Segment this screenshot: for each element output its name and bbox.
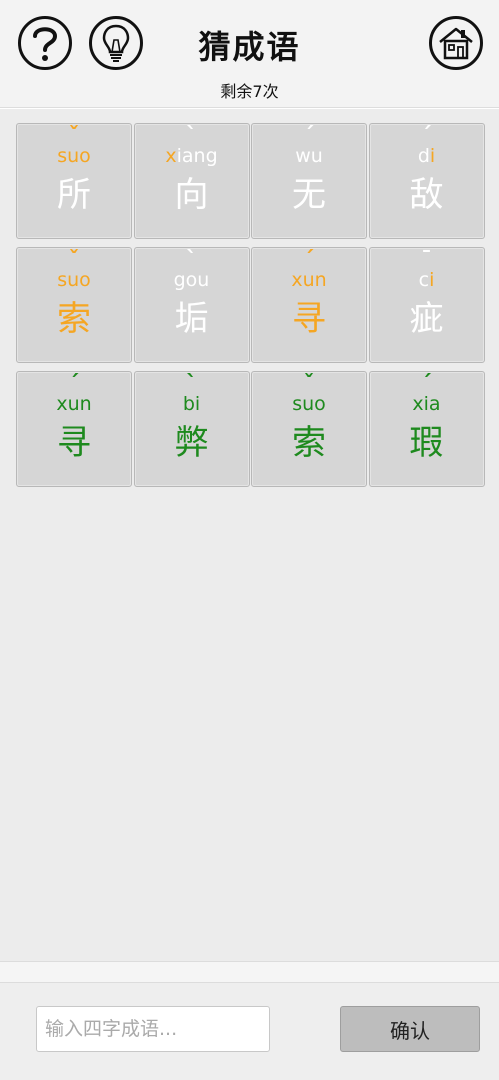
hanzi-character: 索 <box>292 423 326 463</box>
character-tile[interactable]: ˇ suo 索 <box>16 247 132 363</box>
pinyin-label: gou <box>173 269 210 291</box>
character-tile[interactable]: ˊ xun 寻 <box>251 247 367 363</box>
pinyin-label: suo <box>57 145 91 167</box>
pinyin-label: suo <box>57 269 91 291</box>
pinyin-label: suo <box>292 393 326 415</box>
hanzi-character: 所 <box>57 175 91 215</box>
character-tile[interactable]: ˉ ci 疵 <box>368 247 485 363</box>
hanzi-character: 索 <box>57 299 91 339</box>
character-tile[interactable]: ˋ gou 垢 <box>133 247 250 363</box>
guess-grid: ˇ suo 所 ˋ xiang 向 ˊ wu 无 ˊ di 敌 ˇ suo 索 ˋ gou 垢 ˊ xun 寻 ˉ ci 疵 ˊ… <box>16 123 485 487</box>
hanzi-character: 瑕 <box>409 423 444 463</box>
hanzi-character: 无 <box>292 175 326 215</box>
character-tile[interactable]: ˊ xun 寻 <box>16 371 132 487</box>
pinyin-label: xun <box>56 393 92 415</box>
home-icon <box>439 27 473 60</box>
character-tile[interactable]: ˇ suo 所 <box>16 123 132 239</box>
header-bar: 猜成语 剩余7次 <box>0 0 499 108</box>
hanzi-character: 垢 <box>174 299 209 339</box>
hanzi-character: 向 <box>174 175 209 215</box>
pinyin-label: xun <box>291 269 327 291</box>
home-button[interactable] <box>429 16 483 70</box>
page-title: 猜成语 <box>198 28 301 66</box>
pinyin-label: xia <box>412 393 441 415</box>
input-bar: 确认 <box>0 983 499 1080</box>
remaining-attempts: 剩余7次 <box>220 82 279 101</box>
pinyin-label: bi <box>182 393 201 415</box>
hanzi-character: 寻 <box>292 299 326 339</box>
pinyin-label: di <box>417 145 436 167</box>
idiom-input[interactable] <box>36 1006 270 1052</box>
confirm-button[interactable]: 确认 <box>340 1006 480 1052</box>
hanzi-character: 弊 <box>174 423 209 463</box>
character-tile[interactable]: ˇ suo 索 <box>251 371 367 487</box>
character-tile[interactable]: ˊ wu 无 <box>251 123 367 239</box>
pinyin-label: ci <box>418 269 435 291</box>
divider-bar <box>0 961 499 983</box>
character-tile[interactable]: ˋ bi 弊 <box>133 371 250 487</box>
hanzi-character: 敌 <box>409 175 444 215</box>
hanzi-character: 疵 <box>409 299 444 339</box>
character-tile[interactable]: ˋ xiang 向 <box>133 123 250 239</box>
hanzi-character: 寻 <box>57 423 91 463</box>
character-tile[interactable]: ˊ di 敌 <box>368 123 485 239</box>
game-board: ˇ suo 所 ˋ xiang 向 ˊ wu 无 ˊ di 敌 ˇ suo 索 ˋ gou 垢 ˊ xun 寻 ˉ ci 疵 ˊ… <box>0 109 499 961</box>
pinyin-label: wu <box>295 145 323 167</box>
character-tile[interactable]: ˊ xia 瑕 <box>368 371 485 487</box>
pinyin-label: xiang <box>165 145 218 167</box>
